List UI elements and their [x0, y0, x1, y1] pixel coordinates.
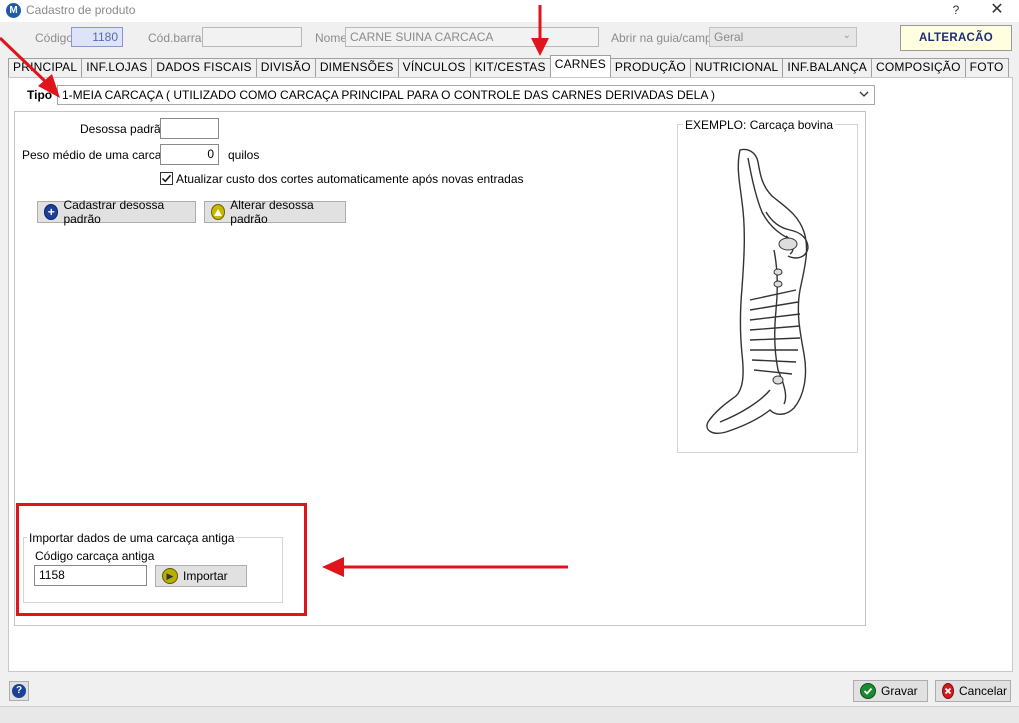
cancelar-label: Cancelar	[959, 684, 1008, 698]
question-icon: ?	[12, 684, 26, 698]
annotation-arrows	[0, 5, 568, 577]
cancelar-button[interactable]: Cancelar	[935, 680, 1011, 702]
cancel-icon	[942, 683, 954, 699]
help-icon-button[interactable]: ?	[9, 681, 29, 701]
gravar-label: Gravar	[881, 684, 918, 698]
gravar-button[interactable]: Gravar	[853, 680, 928, 702]
check-icon	[860, 683, 876, 699]
tab-carnes[interactable]: CARNES	[549, 55, 611, 77]
status-strip	[0, 706, 1019, 723]
